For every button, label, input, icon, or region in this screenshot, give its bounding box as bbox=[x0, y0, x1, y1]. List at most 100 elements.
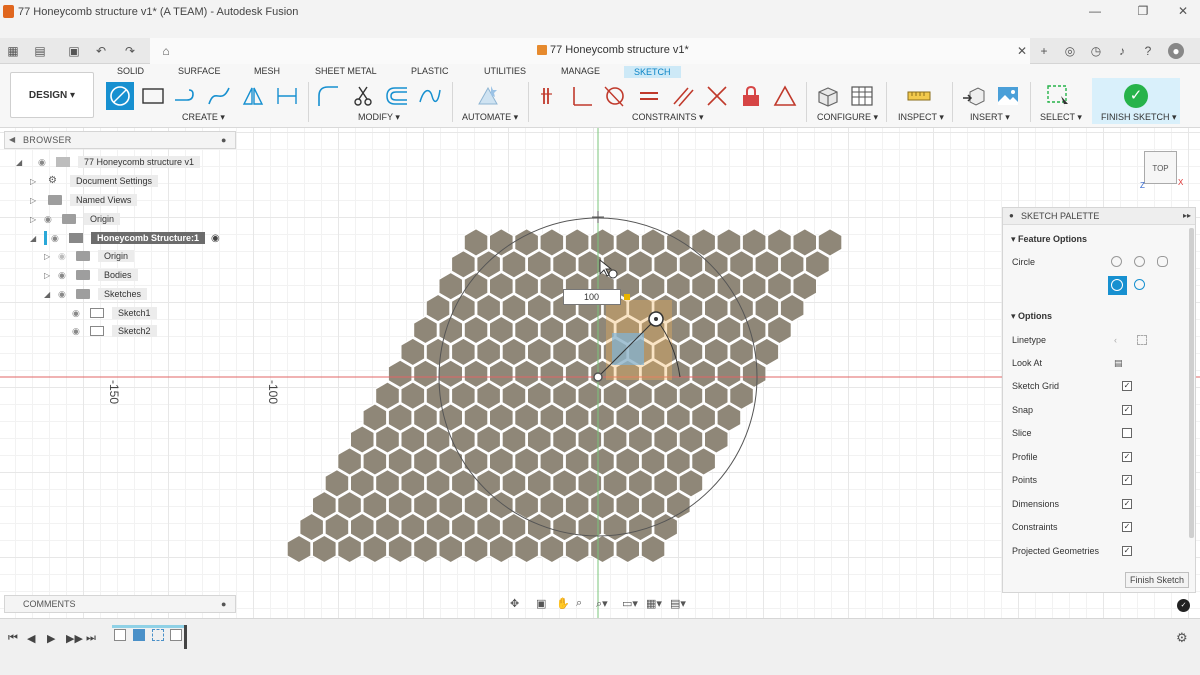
configure-cube-icon[interactable] bbox=[816, 84, 840, 108]
hexagon-cell[interactable] bbox=[476, 381, 502, 411]
tangent-constraint-icon[interactable] bbox=[603, 84, 627, 108]
hexagon-cell[interactable] bbox=[564, 447, 590, 476]
hexagon-cell[interactable] bbox=[602, 512, 628, 542]
hexagon-cell[interactable] bbox=[438, 271, 464, 301]
dimension-tool-icon[interactable] bbox=[275, 84, 299, 108]
palette-pin-icon[interactable]: ● bbox=[1009, 211, 1014, 220]
visibility-eye-icon[interactable]: ◉ bbox=[38, 157, 52, 167]
tree-row-document-settings[interactable]: ▷ ⚙ Document Settings bbox=[30, 173, 159, 189]
hexagon-cell[interactable] bbox=[526, 468, 552, 498]
hexagon-cell[interactable] bbox=[754, 293, 780, 323]
comments-panel[interactable]: COMMENTS ● bbox=[4, 595, 236, 613]
hexagon-cell[interactable] bbox=[703, 249, 729, 279]
hexagon-cell[interactable] bbox=[299, 512, 325, 542]
hexagon-cell[interactable] bbox=[564, 403, 590, 432]
hexagon-cell[interactable] bbox=[539, 447, 565, 476]
hexagon-cell[interactable] bbox=[387, 403, 413, 432]
hexagon-cell[interactable] bbox=[615, 447, 641, 476]
hexagon-cell[interactable] bbox=[539, 228, 565, 257]
hexagon-cell[interactable] bbox=[438, 315, 464, 345]
feedback-icon[interactable]: ✓ bbox=[1177, 599, 1190, 612]
hexagon-cell[interactable] bbox=[779, 249, 805, 279]
hexagon-cell[interactable] bbox=[413, 315, 438, 345]
hexagon-cell[interactable] bbox=[589, 447, 615, 476]
grid-settings-icon[interactable]: ▦▾ bbox=[646, 597, 662, 610]
line-tool-icon[interactable] bbox=[173, 84, 197, 108]
hexagon-cell[interactable] bbox=[488, 490, 514, 520]
hexagon-cell[interactable] bbox=[450, 381, 476, 411]
projected-geometries-checkbox[interactable]: ✓ bbox=[1122, 546, 1132, 556]
hexagon-cell[interactable] bbox=[640, 534, 666, 564]
configure-table-icon[interactable] bbox=[850, 84, 874, 108]
hexagon-cell[interactable] bbox=[400, 425, 426, 454]
close-tab-icon[interactable]: ✕ bbox=[1014, 43, 1030, 59]
hexagon-cell[interactable] bbox=[627, 468, 653, 498]
expand-triangle-icon[interactable]: ◢ bbox=[44, 290, 54, 299]
sketch-palette-header[interactable]: ● SKETCH PALETTE ▸▸ bbox=[1003, 208, 1195, 225]
slice-checkbox[interactable] bbox=[1122, 428, 1132, 438]
hexagon-cell[interactable] bbox=[653, 249, 679, 279]
perpendicular-constraint-icon[interactable] bbox=[570, 84, 594, 108]
insert-derive-icon[interactable] bbox=[962, 84, 986, 108]
equal-constraint-icon[interactable] bbox=[637, 84, 661, 108]
hexagon-cell[interactable] bbox=[337, 534, 362, 564]
insert-group-label[interactable]: INSERT ▾ bbox=[970, 112, 1010, 123]
finish-sketch-small-button[interactable]: Finish Sketch bbox=[1125, 572, 1189, 588]
save-icon[interactable]: ▣ bbox=[66, 43, 82, 59]
hexagon-cell[interactable] bbox=[653, 425, 679, 454]
hexagon-cell[interactable] bbox=[589, 228, 615, 257]
dimension-input[interactable]: 100 bbox=[563, 289, 621, 305]
hexagon-cell[interactable] bbox=[425, 337, 451, 367]
mirror-tool-icon[interactable] bbox=[241, 84, 265, 108]
honeycomb-pattern[interactable] bbox=[286, 228, 843, 564]
hexagon-cell[interactable] bbox=[425, 468, 451, 498]
timeline-extrude-icon[interactable] bbox=[133, 629, 145, 641]
activate-radio-icon[interactable]: ◉ bbox=[211, 233, 220, 244]
hexagon-cell[interactable] bbox=[286, 534, 312, 564]
feature-options-section[interactable]: ▾ Feature Options bbox=[1011, 234, 1087, 245]
hexagon-cell[interactable] bbox=[564, 359, 590, 389]
tab-sketch[interactable]: SKETCH bbox=[624, 66, 681, 78]
hexagon-cell[interactable] bbox=[678, 293, 704, 323]
browser-panel-header[interactable]: ◀ BROWSER ● bbox=[4, 131, 236, 149]
trim-tool-icon[interactable] bbox=[351, 84, 375, 108]
hexagon-cell[interactable] bbox=[754, 337, 780, 367]
hexagon-cell[interactable] bbox=[488, 534, 514, 564]
tab-surface[interactable]: SURFACE bbox=[178, 66, 221, 76]
hexagon-cell[interactable] bbox=[703, 425, 729, 454]
file-menu-icon[interactable]: ▤ bbox=[32, 43, 48, 59]
expand-triangle-icon[interactable]: ◢ bbox=[16, 158, 26, 167]
hexagon-cell[interactable] bbox=[501, 249, 527, 279]
hexagon-cell[interactable] bbox=[539, 403, 565, 432]
hexagon-cell[interactable] bbox=[552, 337, 578, 367]
hexagon-cell[interactable] bbox=[602, 381, 628, 411]
hexagon-cell[interactable] bbox=[552, 468, 578, 498]
hexagon-cell[interactable] bbox=[539, 490, 565, 520]
visibility-eye-icon[interactable]: ◉ bbox=[58, 270, 72, 280]
hexagon-cell[interactable] bbox=[526, 337, 552, 367]
hexagon-cell[interactable] bbox=[337, 447, 362, 476]
hexagon-cell[interactable] bbox=[514, 315, 540, 345]
timeline-prev-icon[interactable]: ◀ bbox=[27, 632, 35, 645]
hexagon-cell[interactable] bbox=[311, 534, 337, 564]
center-point[interactable] bbox=[593, 372, 603, 382]
hexagon-cell[interactable] bbox=[766, 315, 792, 345]
palette-expand-icon[interactable]: ▸▸ bbox=[1183, 211, 1191, 220]
hexagon-cell[interactable] bbox=[501, 337, 527, 367]
options-section[interactable]: ▾ Options bbox=[1011, 311, 1052, 322]
hexagon-cell[interactable] bbox=[501, 293, 527, 323]
hexagon-cell[interactable] bbox=[438, 534, 464, 564]
circle-tool-icon[interactable] bbox=[106, 82, 134, 110]
modify-group-label[interactable]: MODIFY ▾ bbox=[358, 112, 400, 123]
fix-lock-icon[interactable] bbox=[739, 84, 763, 108]
tab-utilities[interactable]: UTILITIES bbox=[484, 66, 526, 76]
job-status-icon[interactable]: ◷ bbox=[1088, 43, 1104, 59]
hexagon-cell[interactable] bbox=[589, 403, 615, 432]
user-avatar[interactable]: ● bbox=[1168, 43, 1184, 59]
hexagon-cell[interactable] bbox=[526, 249, 552, 279]
hexagon-cell[interactable] bbox=[425, 512, 451, 542]
hexagon-cell[interactable] bbox=[514, 403, 540, 432]
hexagon-cell[interactable] bbox=[615, 490, 641, 520]
view-cube[interactable]: TOP bbox=[1144, 151, 1177, 184]
rectangle-tool-icon[interactable] bbox=[141, 84, 165, 108]
